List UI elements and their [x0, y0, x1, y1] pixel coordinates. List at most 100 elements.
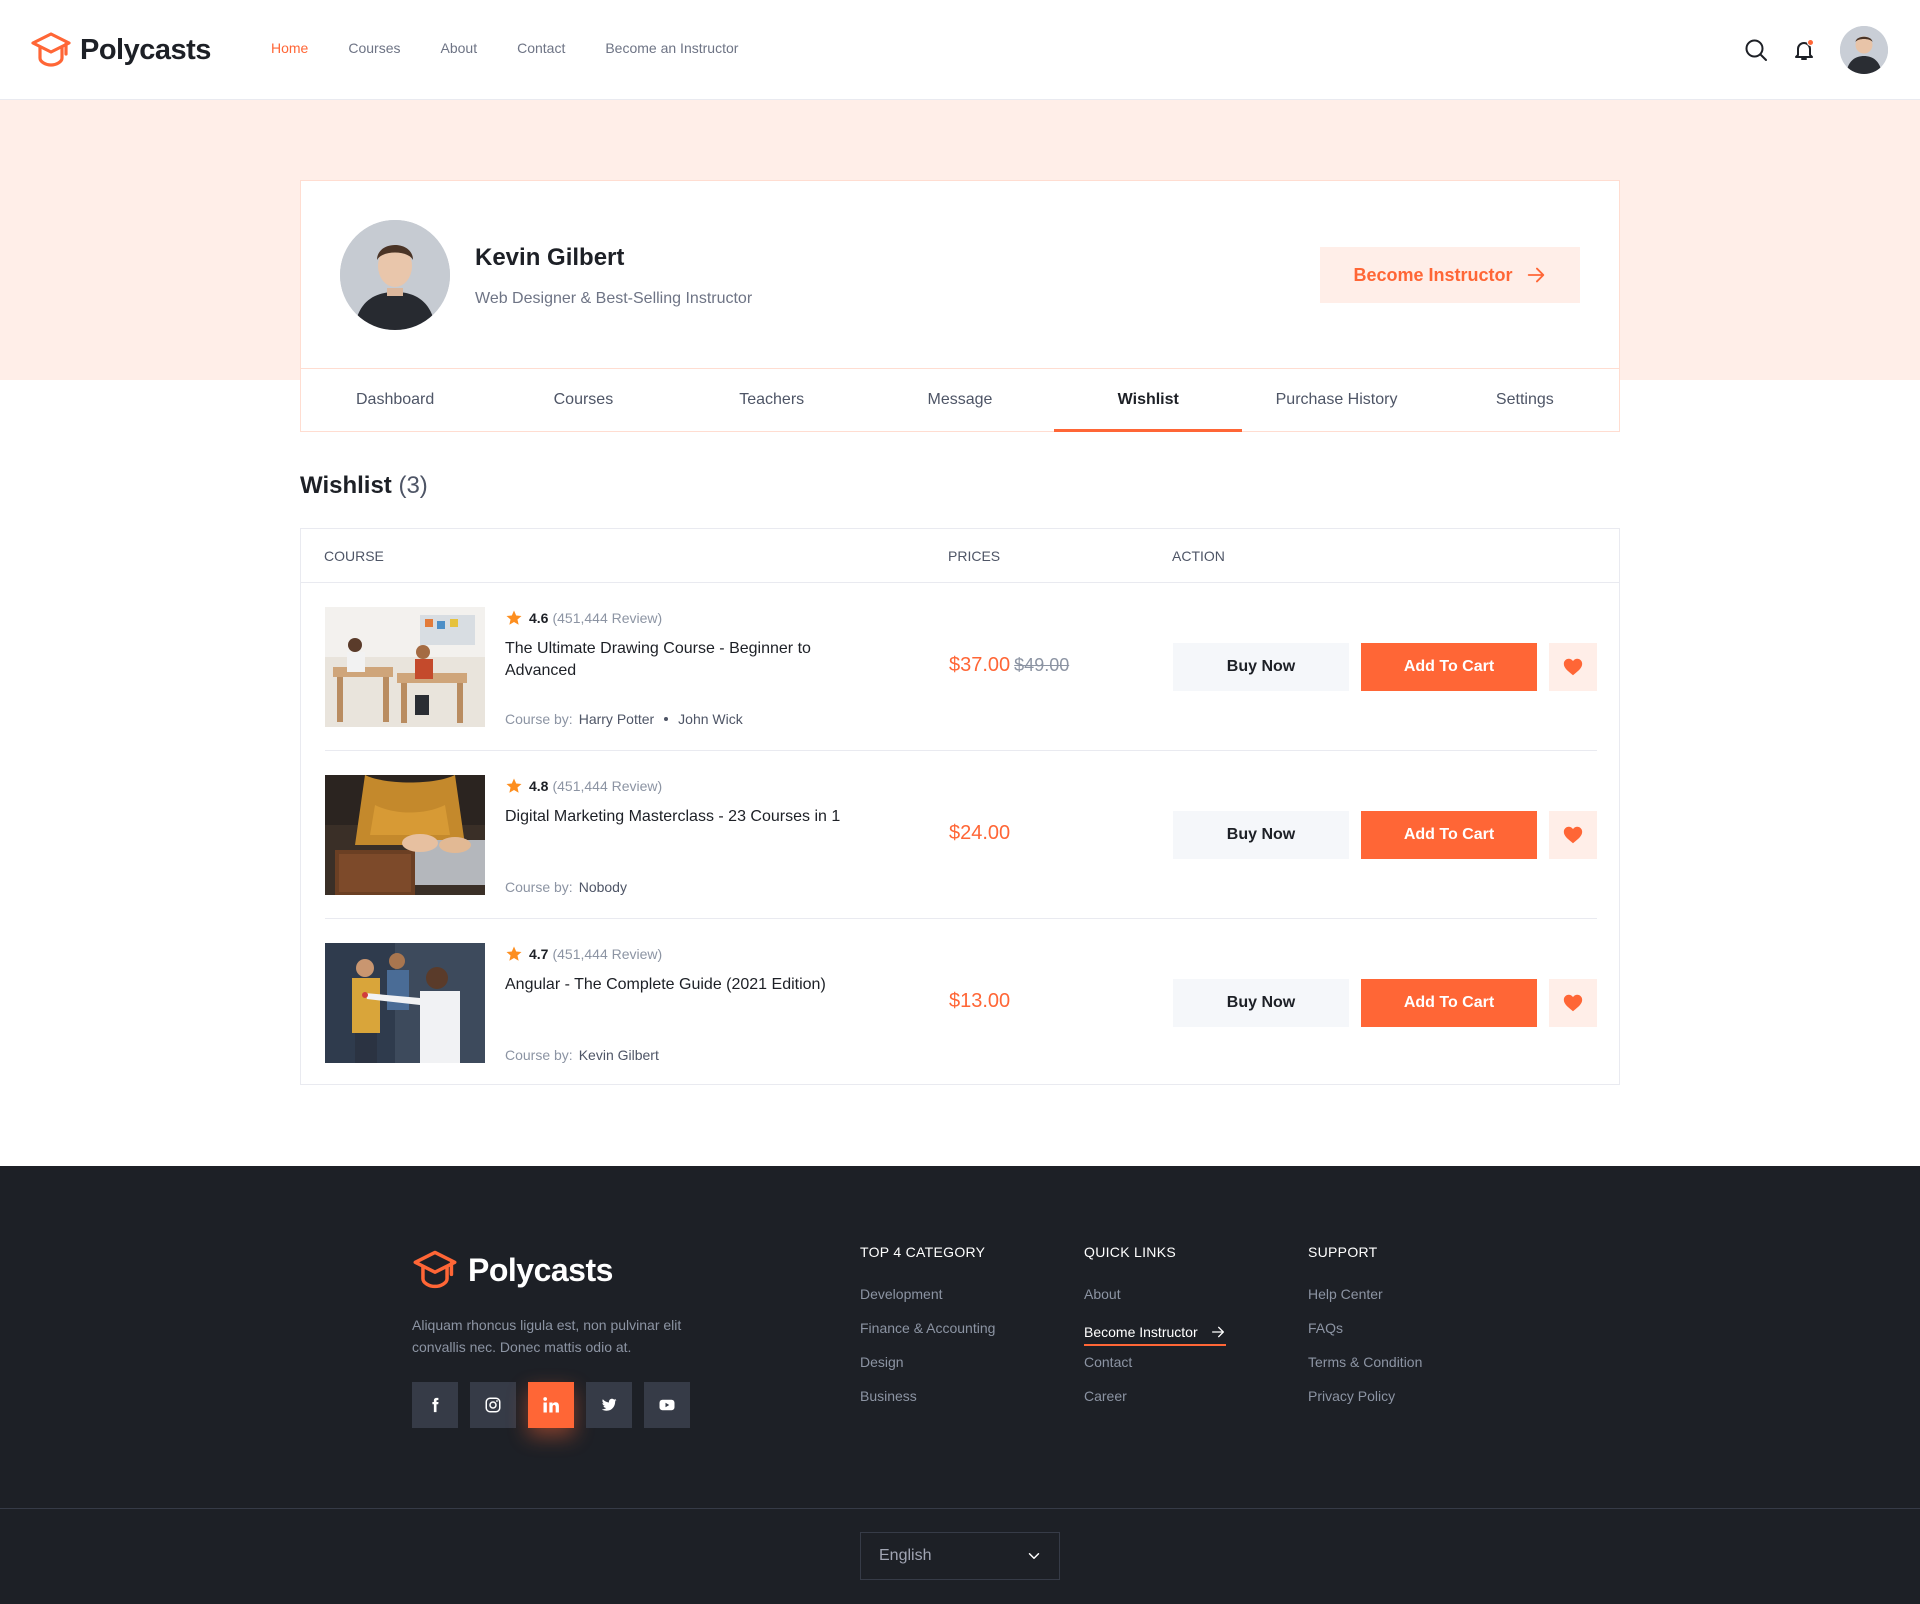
avatar[interactable]: [1840, 26, 1888, 74]
course-author[interactable]: Nobody: [579, 879, 627, 895]
nav-courses[interactable]: Courses: [348, 40, 400, 56]
star-icon: [506, 946, 522, 961]
logo-text: Polycasts: [80, 33, 211, 66]
profile-card: Kevin Gilbert Web Designer & Best-Sellin…: [300, 180, 1620, 432]
linkedin-icon[interactable]: [528, 1382, 574, 1428]
bell-icon[interactable]: [1792, 38, 1816, 62]
tab-settings[interactable]: Settings: [1431, 369, 1619, 431]
separator-dot: [664, 717, 669, 721]
rating-reviews: (451,444 Review): [552, 610, 663, 626]
course-by-label: Course by:: [505, 711, 573, 727]
footer-column-title: SUPPORT: [1308, 1244, 1378, 1260]
footer-link[interactable]: Development: [860, 1286, 995, 1320]
current-price: $13.00: [949, 990, 1011, 1012]
course-rating: 4.6 (451,444 Review): [505, 609, 662, 627]
heart-icon[interactable]: [1549, 643, 1597, 691]
youtube-icon[interactable]: [644, 1382, 690, 1428]
social-links: [412, 1382, 690, 1428]
rating-reviews: (451,444 Review): [552, 946, 663, 962]
nav-about[interactable]: About: [441, 40, 478, 56]
nav-contact[interactable]: Contact: [517, 40, 565, 56]
footer-link[interactable]: Terms & Condition: [1308, 1354, 1422, 1388]
logo[interactable]: Polycasts: [30, 30, 211, 70]
course-author[interactable]: Harry Potter: [579, 711, 654, 727]
course-price: $13.00: [949, 990, 1010, 1013]
course-author[interactable]: Kevin Gilbert: [579, 1047, 659, 1063]
language-select[interactable]: English: [860, 1532, 1060, 1580]
footer-column-quick-links: QUICK LINKS About Become Instructor Cont…: [1084, 1244, 1226, 1422]
footer-link[interactable]: Design: [860, 1354, 995, 1388]
tab-message[interactable]: Message: [866, 369, 1054, 431]
footer-link[interactable]: Privacy Policy: [1308, 1388, 1422, 1422]
course-title[interactable]: Angular - The Complete Guide (2021 Editi…: [505, 974, 865, 996]
old-price: $49.00: [1014, 655, 1070, 675]
footer-link[interactable]: Contact: [1084, 1354, 1226, 1388]
main-nav: Home Courses About Contact Become an Ins…: [271, 40, 738, 56]
footer-column-support: SUPPORT Help Center FAQs Terms & Conditi…: [1308, 1244, 1422, 1422]
profile-role: Web Designer & Best-Selling Instructor: [475, 290, 753, 307]
star-icon: [506, 610, 522, 625]
footer-link[interactable]: Help Center: [1308, 1286, 1422, 1320]
arrow-right-icon: [1527, 267, 1544, 283]
instagram-icon[interactable]: [470, 1382, 516, 1428]
footer-description: Aliquam rhoncus ligula est, non pulvinar…: [412, 1317, 682, 1355]
footer-column-title: QUICK LINKS: [1084, 1244, 1176, 1260]
footer-divider: [0, 1508, 1920, 1509]
profile-tabs: Dashboard Courses Teachers Message Wishl…: [301, 369, 1619, 432]
course-title[interactable]: The Ultimate Drawing Course - Beginner t…: [505, 638, 865, 682]
facebook-icon[interactable]: [412, 1382, 458, 1428]
footer-link[interactable]: About: [1084, 1286, 1226, 1320]
footer-link[interactable]: Finance & Accounting: [860, 1320, 995, 1354]
add-to-cart-button[interactable]: Add To Cart: [1361, 979, 1537, 1027]
rating-value: 4.8: [529, 778, 549, 794]
star-icon: [506, 778, 522, 793]
tab-dashboard[interactable]: Dashboard: [301, 369, 489, 431]
column-prices: PRICES: [948, 548, 1001, 564]
tab-courses[interactable]: Courses: [489, 369, 677, 431]
profile-avatar: [340, 220, 450, 330]
footer-link[interactable]: Career: [1084, 1388, 1226, 1422]
rating-value: 4.6: [529, 610, 549, 626]
search-icon[interactable]: [1744, 38, 1768, 62]
nav-home[interactable]: Home: [271, 40, 308, 56]
footer-logo[interactable]: Polycasts: [412, 1248, 613, 1292]
table-row: 4.6 (451,444 Review) The Ultimate Drawin…: [325, 583, 1597, 751]
tab-wishlist[interactable]: Wishlist: [1054, 369, 1243, 432]
course-by: Course by: Harry Potter John Wick: [505, 711, 743, 727]
footer-link[interactable]: FAQs: [1308, 1320, 1422, 1354]
footer-column-title: TOP 4 CATEGORY: [860, 1244, 986, 1260]
footer-link[interactable]: Business: [860, 1388, 995, 1422]
buy-now-button[interactable]: Buy Now: [1173, 979, 1349, 1027]
buy-now-button[interactable]: Buy Now: [1173, 811, 1349, 859]
graduation-cap-icon: [413, 1250, 457, 1289]
course-title[interactable]: Digital Marketing Masterclass - 23 Cours…: [505, 806, 865, 828]
twitter-icon[interactable]: [586, 1382, 632, 1428]
footer-link-highlighted[interactable]: Become Instructor: [1084, 1320, 1226, 1346]
add-to-cart-button[interactable]: Add To Cart: [1361, 643, 1537, 691]
notification-dot: [1807, 39, 1814, 46]
table-row: 4.8 (451,444 Review) Digital Marketing M…: [325, 751, 1597, 919]
tab-purchase-history[interactable]: Purchase History: [1242, 369, 1430, 431]
add-to-cart-button[interactable]: Add To Cart: [1361, 811, 1537, 859]
tab-teachers[interactable]: Teachers: [678, 369, 866, 431]
wishlist-title-text: Wishlist: [300, 472, 392, 499]
nav-become-instructor[interactable]: Become an Instructor: [605, 40, 738, 56]
current-price: $37.00: [949, 654, 1011, 676]
course-by: Course by: Kevin Gilbert: [505, 1047, 659, 1063]
header-actions: [1744, 26, 1888, 74]
heart-icon[interactable]: [1549, 979, 1597, 1027]
heart-icon[interactable]: [1549, 811, 1597, 859]
footer-logo-text: Polycasts: [468, 1251, 613, 1288]
course-price: $24.00: [949, 822, 1010, 845]
course-rating: 4.7 (451,444 Review): [505, 945, 662, 963]
course-thumbnail[interactable]: [325, 775, 485, 895]
course-price: $37.00 $49.00: [949, 654, 1069, 677]
become-instructor-button[interactable]: Become Instructor: [1320, 247, 1580, 303]
course-thumbnail[interactable]: [325, 607, 485, 727]
course-thumbnail[interactable]: [325, 943, 485, 1063]
course-by-label: Course by:: [505, 879, 573, 895]
buy-now-button[interactable]: Buy Now: [1173, 643, 1349, 691]
become-instructor-label: Become Instructor: [1353, 264, 1513, 285]
course-author[interactable]: John Wick: [678, 711, 743, 727]
course-by-label: Course by:: [505, 1047, 573, 1063]
